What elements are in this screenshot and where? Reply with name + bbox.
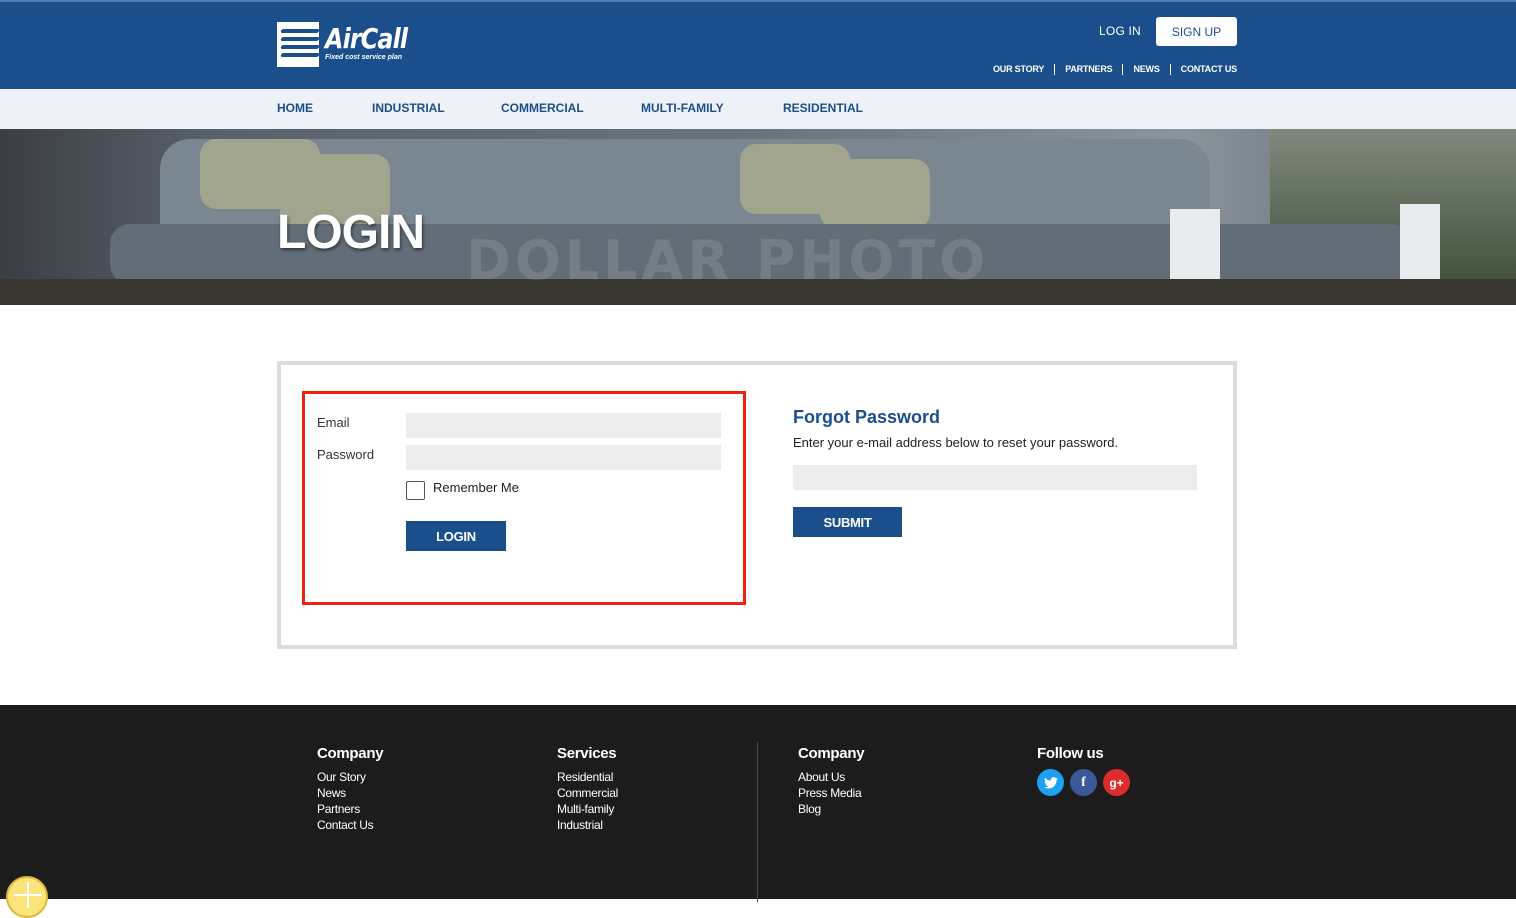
footer-services-title: Services [557,745,617,762]
page-title: LOGIN [277,206,425,259]
logo-icon [277,22,319,67]
footer-link-our-story[interactable]: Our Story [317,769,383,785]
forgot-password-title: Forgot Password [793,407,941,427]
chat-bubble-icon[interactable] [6,876,48,918]
remember-me-checkbox[interactable] [406,481,425,500]
main-nav: HOME INDUSTRIAL COMMERCIAL MULTI-FAMILY … [0,89,1516,129]
submit-button[interactable]: SUBMIT [793,507,902,537]
header-link-news[interactable]: NEWS [1122,64,1169,75]
forgot-password-description: Enter your e-mail address below to reset… [793,435,1119,450]
hero-watermark: DOLLAR PHOTO [466,229,990,292]
logo-wordmark: AirCall [325,22,408,55]
footer-link-multi-family[interactable]: Multi-family [557,801,618,817]
footer-link-residential[interactable]: Residential [557,769,618,785]
nav-item-home[interactable]: HOME [277,101,313,115]
nav-item-residential[interactable]: RESIDENTIAL [783,101,863,115]
password-field[interactable] [406,445,721,470]
top-header: AirCall Fixed cost service plan LOG IN S… [0,0,1516,89]
footer-follow-title: Follow us [1037,745,1104,762]
footer-link-press-media[interactable]: Press Media [798,785,864,801]
nav-item-industrial[interactable]: INDUSTRIAL [372,101,445,115]
footer-link-contact-us[interactable]: Contact Us [317,817,383,833]
footer-company-title: Company [317,745,384,762]
remember-me-label[interactable]: Remember Me [433,480,519,495]
nav-item-multi-family[interactable]: MULTI-FAMILY [641,101,724,115]
google-plus-icon[interactable]: g+ [1103,769,1130,796]
footer-services-column: Services Residential Commercial Multi-fa… [557,745,618,833]
password-label: Password [317,447,375,462]
twitter-icon[interactable] [1037,769,1064,796]
footer-link-news[interactable]: News [317,785,383,801]
facebook-icon[interactable]: f [1070,769,1097,796]
signup-button[interactable]: SIGN UP [1156,17,1237,46]
header-login-link[interactable]: LOG IN [1084,17,1156,46]
footer-link-industrial[interactable]: Industrial [557,817,618,833]
email-field[interactable] [406,413,721,438]
header-link-our-story[interactable]: OUR STORY [983,64,1054,75]
header-link-contact-us[interactable]: CONTACT US [1169,64,1237,75]
footer: Company Our Story News Partners Contact … [0,705,1516,902]
footer-company2-title: Company [798,745,865,762]
footer-company2-column: Company About Us Press Media Blog [798,745,865,817]
aircall-logo[interactable]: AirCall Fixed cost service plan [277,22,422,68]
footer-company-column: Company Our Story News Partners Contact … [317,745,384,833]
header-links: OUR STORY PARTNERS NEWS CONTACT US [983,64,1237,75]
login-button[interactable]: LOGIN [406,521,506,551]
reset-email-field[interactable] [793,465,1197,490]
footer-divider [757,742,758,902]
footer-link-commercial[interactable]: Commercial [557,785,618,801]
footer-link-blog[interactable]: Blog [798,801,864,817]
nav-item-commercial[interactable]: COMMERCIAL [501,101,584,115]
email-label: Email [317,415,350,430]
footer-follow-column: Follow us f g+ [1037,745,1130,796]
header-link-partners[interactable]: PARTNERS [1054,64,1122,75]
footer-link-partners[interactable]: Partners [317,801,383,817]
hero-banner: DOLLAR PHOTO LOGIN [0,129,1516,305]
footer-link-about-us[interactable]: About Us [798,769,864,785]
